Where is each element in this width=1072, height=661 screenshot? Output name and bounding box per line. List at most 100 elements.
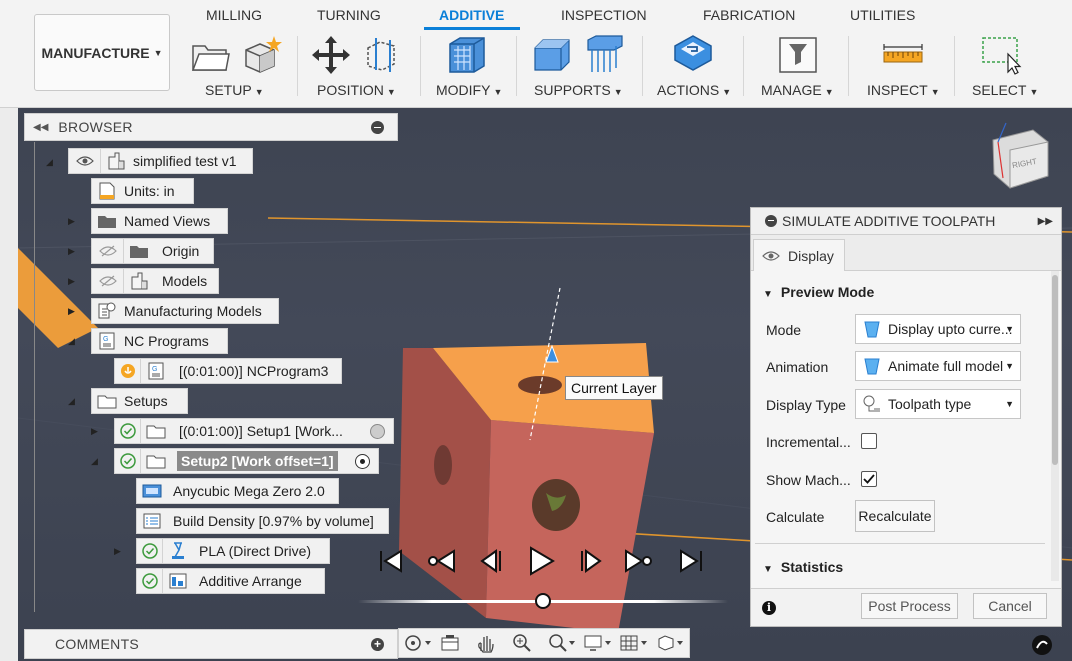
new-setup-icon[interactable] (240, 34, 282, 76)
tab-utilities[interactable]: UTILITIES (850, 7, 915, 23)
fusion-logo-icon[interactable] (1031, 634, 1053, 656)
add-comment-icon[interactable]: + (371, 638, 384, 651)
chevron-down-icon: ▼ (763, 289, 773, 300)
orbit-icon[interactable] (403, 632, 433, 654)
next-keyframe-icon[interactable] (624, 546, 654, 576)
tree-expanded-icon[interactable]: ◢ (91, 456, 98, 467)
preview-mode-section[interactable]: ▼ Preview Mode (763, 284, 874, 300)
tab-additive[interactable]: ADDITIVE (439, 7, 504, 23)
timeline-knob[interactable] (535, 593, 551, 609)
view-cube[interactable] (992, 122, 1049, 189)
support-block-icon[interactable] (531, 34, 573, 76)
tree-item-setups[interactable]: Setups (91, 388, 188, 414)
panel-scrollbar[interactable] (1051, 271, 1059, 581)
tab-inspection[interactable]: INSPECTION (561, 7, 647, 23)
tree-collapsed-icon[interactable]: ▶ (68, 276, 75, 287)
tree-collapsed-icon[interactable]: ▶ (68, 306, 75, 317)
tree-item-build-density[interactable]: Build Density [0.97% by volume] (136, 508, 389, 534)
supports-group-label[interactable]: SUPPORTS ▼ (534, 82, 623, 98)
tab-display[interactable]: Display (753, 239, 845, 271)
info-icon[interactable]: i (762, 601, 776, 615)
manage-group-label[interactable]: MANAGE ▼ (761, 82, 834, 98)
tree-item-ncprogram3[interactable]: G [(0:01:00)] NCProgram3 (114, 358, 342, 384)
ruler-icon[interactable] (882, 34, 924, 76)
post-process-button[interactable]: Post Process (861, 593, 958, 619)
move-icon[interactable] (310, 34, 352, 76)
manage-icon[interactable] (777, 34, 819, 76)
minimize-icon[interactable] (765, 215, 777, 227)
tree-item-setup2[interactable]: Setup2 [Work offset=1] (114, 448, 379, 474)
select-icon[interactable] (980, 34, 1022, 76)
comments-bar[interactable]: COMMENTS + (24, 629, 398, 659)
toolbar-divider (954, 36, 955, 96)
visibility-hidden-icon[interactable] (92, 269, 124, 293)
tree-collapsed-icon[interactable]: ▶ (68, 216, 75, 227)
tree-item-material[interactable]: PLA (Direct Drive) (136, 538, 330, 564)
collapse-panel-icon[interactable]: ◀◀ (33, 122, 48, 133)
tab-milling[interactable]: MILLING (206, 7, 262, 23)
animation-select[interactable]: Animate full model ▼ (855, 351, 1021, 381)
modify-icon[interactable] (446, 34, 488, 76)
skip-to-end-icon[interactable] (676, 546, 706, 576)
statistics-section[interactable]: ▼ Statistics (763, 559, 843, 575)
cancel-button[interactable]: Cancel (973, 593, 1047, 619)
tree-collapsed-icon[interactable]: ▶ (68, 246, 75, 257)
skip-to-start-icon[interactable] (376, 546, 406, 576)
look-at-icon[interactable] (439, 632, 469, 654)
tree-item-named-views[interactable]: Named Views (91, 208, 228, 234)
tab-fabrication[interactable]: FABRICATION (703, 7, 795, 23)
tree-item-units[interactable]: Units: in (91, 178, 194, 204)
tab-turning[interactable]: TURNING (317, 7, 381, 23)
step-forward-icon[interactable] (576, 546, 606, 576)
tree-item-models[interactable]: Models (91, 268, 219, 294)
incremental-checkbox[interactable] (861, 433, 877, 449)
printed-cube[interactable] (399, 287, 654, 633)
setup-folder-icon[interactable] (190, 34, 232, 76)
active-radio-icon[interactable] (355, 454, 370, 469)
mode-select[interactable]: Display upto curre... ▼ (855, 314, 1021, 344)
visibility-eye-icon[interactable] (69, 149, 101, 173)
fit-view-icon[interactable] (547, 632, 577, 654)
scrollbar-thumb[interactable] (1052, 275, 1058, 465)
workspace-dropdown[interactable]: MANUFACTURE ▼ (34, 14, 170, 91)
tree-item-origin[interactable]: Origin (91, 238, 214, 264)
visibility-hidden-icon[interactable] (92, 239, 124, 263)
play-icon[interactable] (526, 546, 556, 576)
position-group-label[interactable]: POSITION ▼ (317, 82, 396, 98)
expand-panel-icon[interactable]: ▶▶ (1038, 216, 1053, 227)
select-group-label[interactable]: SELECT ▼ (972, 82, 1038, 98)
tree-collapsed-icon[interactable]: ▶ (91, 426, 98, 437)
setup-group-label[interactable]: SETUP ▼ (205, 82, 264, 98)
playback-timeline[interactable] (358, 593, 728, 609)
tree-item-root-document[interactable]: simplified test v1 (68, 148, 253, 174)
align-icon[interactable] (362, 34, 404, 76)
actions-group-label[interactable]: ACTIONS ▼ (657, 82, 731, 98)
activate-radio-icon[interactable] (370, 424, 385, 439)
tree-expanded-icon[interactable]: ◢ (68, 396, 75, 407)
tree-item-setup1[interactable]: [(0:01:00)] Setup1 [Work... (114, 418, 394, 444)
inspect-group-label[interactable]: INSPECT ▼ (867, 82, 940, 98)
display-type-select[interactable]: Toolpath type ▼ (855, 389, 1021, 419)
pan-hand-icon[interactable] (475, 632, 505, 654)
tree-item-machine[interactable]: Anycubic Mega Zero 2.0 (136, 478, 339, 504)
show-machine-checkbox[interactable] (861, 471, 877, 487)
simulate-panel-header[interactable]: SIMULATE ADDITIVE TOOLPATH ▶▶ (751, 208, 1061, 235)
zoom-icon[interactable] (511, 632, 541, 654)
support-bar-icon[interactable] (584, 34, 626, 76)
actions-icon[interactable] (672, 34, 714, 76)
tree-expanded-icon[interactable]: ◢ (68, 336, 75, 347)
browser-header[interactable]: ◀◀ BROWSER (24, 113, 398, 141)
tree-expanded-icon[interactable]: ◢ (46, 157, 53, 168)
grid-settings-icon[interactable] (619, 632, 649, 654)
previous-keyframe-icon[interactable] (426, 546, 456, 576)
minimize-icon[interactable] (371, 121, 384, 134)
tree-item-additive-arrange[interactable]: Additive Arrange (136, 568, 325, 594)
display-settings-icon[interactable] (583, 632, 613, 654)
tree-item-manufacturing-models[interactable]: Manufacturing Models (91, 298, 279, 324)
modify-group-label[interactable]: MODIFY ▼ (436, 82, 502, 98)
tree-collapsed-icon[interactable]: ▶ (114, 546, 121, 557)
recalculate-button[interactable]: Recalculate (855, 500, 935, 532)
tree-item-nc-programs[interactable]: G NC Programs (91, 328, 228, 354)
step-back-icon[interactable] (478, 546, 508, 576)
viewports-icon[interactable] (655, 632, 685, 654)
